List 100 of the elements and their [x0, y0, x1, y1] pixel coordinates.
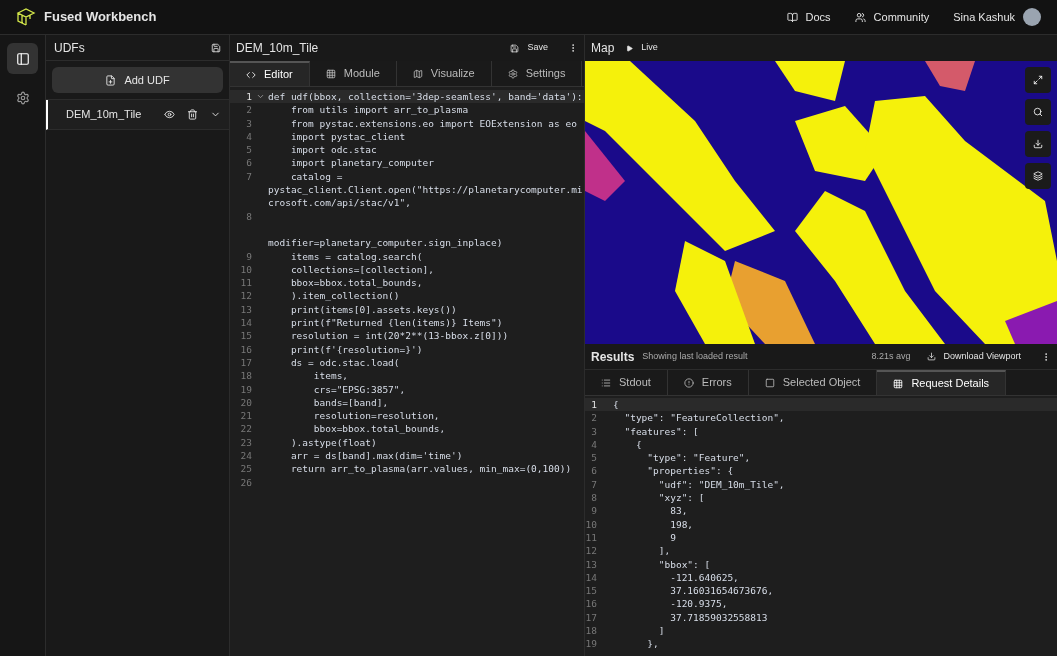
- app-title: Fused Workbench: [44, 8, 157, 27]
- line-number: 14: [239, 316, 253, 330]
- line-number: 19: [239, 382, 253, 396]
- udf-name: DEM_10m_Tile: [66, 107, 143, 123]
- line-number: 1: [590, 398, 598, 412]
- line-number: 18: [585, 624, 598, 638]
- trash-icon[interactable]: [187, 109, 198, 120]
- code-text: 198,: [669, 517, 694, 531]
- live-button[interactable]: Live: [626, 41, 658, 55]
- code-text: def udf(bbox, collection='3dep-seamless', band='data'):: [268, 90, 583, 104]
- code-text: collections=[collection],: [289, 262, 434, 277]
- line-number: 8: [245, 209, 253, 223]
- line-number: 6: [590, 464, 598, 478]
- nav-link[interactable]: Docs: [786, 8, 831, 26]
- code-text: "xyz": [: [657, 491, 705, 505]
- settings-icon: [15, 90, 30, 105]
- tab[interactable]: Visualize: [396, 61, 492, 86]
- results-title: Results: [591, 348, 635, 366]
- code-text: print(items[0].assets.keys()): [289, 302, 457, 317]
- code-text: 37.16031654673676,: [669, 584, 774, 598]
- results-subtitle: Showing last loaded result: [642, 349, 749, 363]
- line-number: 8: [590, 491, 598, 505]
- line-number: 5: [590, 451, 598, 465]
- line-number: 17: [239, 355, 253, 370]
- line-number: 13: [585, 557, 598, 571]
- square-icon: [764, 377, 775, 388]
- line-number: 25: [239, 462, 253, 476]
- code-text: ],: [657, 544, 671, 558]
- code-text: arr = ds[band].max(dim='time'): [289, 449, 463, 463]
- save-button[interactable]: Save: [506, 41, 552, 55]
- line-number: 22: [239, 422, 253, 436]
- code-icon: [246, 69, 256, 80]
- code-text: items = catalog.search(: [289, 249, 423, 263]
- code-text: -120.9375,: [669, 597, 728, 611]
- people-icon: [854, 11, 866, 23]
- map-tool-button[interactable]: [1025, 163, 1051, 189]
- download-viewport-button[interactable]: Download Viewport: [926, 349, 1021, 364]
- code-text: "type": "Feature",: [646, 451, 751, 465]
- eye-icon[interactable]: [164, 109, 175, 120]
- code-text: 9: [669, 530, 676, 545]
- nav-link[interactable]: Community: [854, 8, 930, 26]
- code-text: bbox=bbox.total_bounds,: [289, 276, 423, 290]
- map-title: Map: [591, 40, 615, 57]
- logo-icon: [16, 7, 36, 27]
- line-number: 3: [590, 424, 598, 438]
- line-number: 2: [245, 103, 253, 117]
- save-icon[interactable]: [211, 42, 221, 53]
- avatar[interactable]: [1023, 8, 1041, 26]
- code-text: print(f"Returned {len(items)} Items"): [289, 316, 503, 330]
- line-number: 21: [239, 409, 253, 423]
- map-tool-button[interactable]: [1025, 99, 1051, 125]
- grid-icon: [893, 378, 904, 389]
- code-text: from utils import arr_to_plasma: [289, 103, 469, 117]
- code-text: },: [646, 637, 659, 651]
- tab[interactable]: Errors: [667, 370, 749, 395]
- tab[interactable]: Module: [309, 61, 397, 86]
- line-number: 10: [585, 517, 598, 531]
- line-number: 9: [590, 504, 598, 518]
- code-text: crs="EPSG:3857",: [312, 382, 406, 396]
- line-number: 3: [245, 116, 253, 130]
- line-number: 17: [585, 610, 598, 625]
- line-number: 16: [585, 597, 598, 611]
- line-number: 26: [239, 475, 253, 489]
- line-number: 23: [239, 435, 253, 449]
- tab[interactable]: Stdout: [585, 370, 668, 395]
- alert-icon: [683, 377, 694, 388]
- grid-icon: [325, 68, 336, 79]
- add-udf-button[interactable]: Add UDF: [52, 67, 223, 93]
- layers-icon: [1033, 171, 1043, 181]
- download-icon: [1033, 139, 1043, 149]
- download-icon: [926, 352, 936, 361]
- user-name: Sina Kashuk: [953, 9, 1015, 25]
- line-number: 4: [590, 437, 598, 452]
- map-icon: [412, 68, 423, 79]
- code-text: ]: [657, 624, 665, 638]
- map-tool-button[interactable]: [1025, 67, 1051, 93]
- tab[interactable]: Request Details: [877, 370, 1007, 395]
- code-text: bands=[band],: [312, 395, 389, 410]
- rail-button[interactable]: [7, 43, 38, 74]
- line-number: 12: [585, 544, 598, 558]
- line-number: 6: [245, 156, 253, 170]
- code-text: 83,: [669, 504, 688, 518]
- code-text: ).astype(float): [289, 435, 377, 449]
- line-number: 11: [585, 530, 598, 545]
- line-number: 15: [239, 329, 253, 343]
- code-text: ds = odc.stac.load(: [289, 355, 400, 370]
- play-icon: [626, 44, 634, 52]
- code-text: import odc.stac: [289, 143, 377, 157]
- code-text: "properties": {: [646, 464, 734, 478]
- tab[interactable]: Settings: [491, 61, 583, 86]
- code-text: from pystac.extensions.eo import EOExtension as eo: [289, 116, 577, 130]
- line-number: 20: [239, 395, 253, 410]
- map-tool-button[interactable]: [1025, 131, 1051, 157]
- code-text: bbox=bbox.total_bounds,: [312, 422, 446, 436]
- code-text: resolution=resolution,: [312, 409, 440, 423]
- code-text: 37.71859032558813: [669, 610, 768, 625]
- tab[interactable]: Editor: [230, 61, 310, 86]
- line-number: 24: [239, 449, 253, 463]
- code-text: -121.640625,: [669, 570, 739, 585]
- udf-list-item[interactable]: DEM_10m_Tile: [46, 100, 229, 130]
